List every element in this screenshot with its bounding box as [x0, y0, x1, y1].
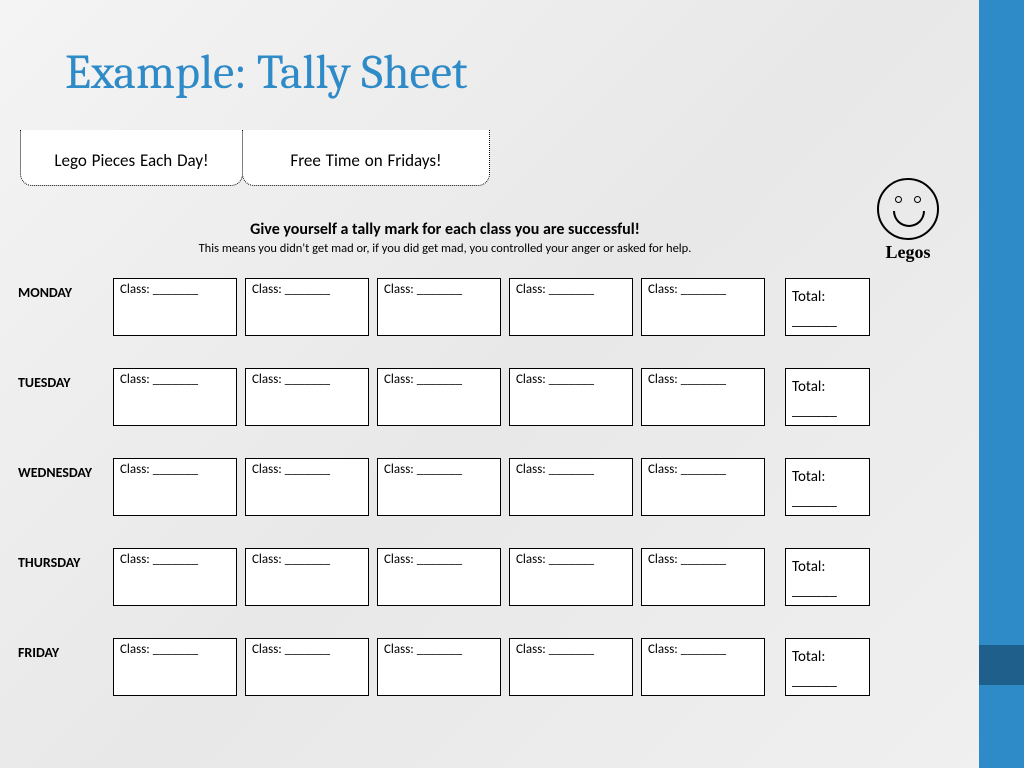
class-cell: Class: _______ [377, 368, 501, 426]
smiley-icon [877, 178, 939, 240]
class-cell: Class: _______ [377, 458, 501, 516]
reward-box-legos: Lego Pieces Each Day! [20, 130, 243, 186]
day-label: FRIDAY [18, 638, 113, 661]
class-cells: Class: _______ Class: _______ Class: ___… [113, 548, 765, 606]
class-cell: Class: _______ [641, 368, 765, 426]
reward-boxes: Lego Pieces Each Day! Free Time on Frida… [20, 130, 489, 186]
instruction-sub: This means you didn't get mad or, if you… [130, 241, 760, 256]
class-cell: Class: _______ [113, 278, 237, 336]
reward-box-freetime: Free Time on Fridays! [242, 130, 490, 186]
day-label: TUESDAY [18, 368, 113, 391]
reward-box-legos-text: Lego Pieces Each Day! [54, 150, 208, 171]
class-cell: Class: _______ [377, 548, 501, 606]
class-cell: Class: _______ [245, 368, 369, 426]
reward-box-freetime-text: Free Time on Fridays! [290, 150, 441, 171]
class-cell: Class: _______ [641, 278, 765, 336]
class-cell: Class: _______ [245, 548, 369, 606]
day-label: THURSDAY [18, 548, 113, 571]
class-cell: Class: _______ [641, 548, 765, 606]
instruction-block: Give yourself a tally mark for each clas… [130, 220, 760, 256]
class-cell: Class: _______ [113, 548, 237, 606]
class-cell: Class: _______ [245, 638, 369, 696]
day-row: THURSDAY Class: _______ Class: _______ C… [18, 548, 928, 608]
total-cell: Total: ______ [785, 458, 870, 516]
smiley-block: Legos [877, 178, 939, 263]
class-cell: Class: _______ [113, 458, 237, 516]
total-label: Total: [792, 468, 825, 486]
total-line: ______ [792, 312, 837, 330]
slide-title: Example: Tally Sheet [65, 45, 467, 100]
total-line: ______ [792, 402, 837, 420]
class-cell: Class: _______ [113, 368, 237, 426]
class-cell: Class: _______ [509, 458, 633, 516]
class-cell: Class: _______ [113, 638, 237, 696]
class-cell: Class: _______ [509, 278, 633, 336]
total-line: ______ [792, 582, 837, 600]
total-label: Total: [792, 648, 825, 666]
day-row: WEDNESDAY Class: _______ Class: _______ … [18, 458, 928, 518]
day-row: MONDAY Class: _______ Class: _______ Cla… [18, 278, 928, 338]
total-cell: Total: ______ [785, 278, 870, 336]
side-accent-bar-dark [979, 645, 1024, 685]
class-cells: Class: _______ Class: _______ Class: ___… [113, 638, 765, 696]
class-cell: Class: _______ [245, 458, 369, 516]
class-cell: Class: _______ [377, 278, 501, 336]
total-cell: Total: ______ [785, 548, 870, 606]
smiley-label: Legos [877, 242, 939, 263]
total-label: Total: [792, 288, 825, 306]
total-cell: Total: ______ [785, 638, 870, 696]
day-label: WEDNESDAY [18, 458, 113, 481]
class-cell: Class: _______ [509, 368, 633, 426]
class-cells: Class: _______ Class: _______ Class: ___… [113, 278, 765, 336]
total-cell: Total: ______ [785, 368, 870, 426]
class-cell: Class: _______ [245, 278, 369, 336]
class-cells: Class: _______ Class: _______ Class: ___… [113, 368, 765, 426]
class-cell: Class: _______ [509, 548, 633, 606]
class-cell: Class: _______ [377, 638, 501, 696]
day-row: FRIDAY Class: _______ Class: _______ Cla… [18, 638, 928, 698]
total-line: ______ [792, 672, 837, 690]
day-row: TUESDAY Class: _______ Class: _______ Cl… [18, 368, 928, 428]
total-label: Total: [792, 558, 825, 576]
total-line: ______ [792, 492, 837, 510]
slide: Example: Tally Sheet Lego Pieces Each Da… [0, 0, 1024, 768]
tally-grid: MONDAY Class: _______ Class: _______ Cla… [18, 278, 928, 728]
class-cell: Class: _______ [641, 638, 765, 696]
class-cell: Class: _______ [641, 458, 765, 516]
class-cells: Class: _______ Class: _______ Class: ___… [113, 458, 765, 516]
day-label: MONDAY [18, 278, 113, 301]
total-label: Total: [792, 378, 825, 396]
class-cell: Class: _______ [509, 638, 633, 696]
instruction-bold: Give yourself a tally mark for each clas… [130, 220, 760, 239]
